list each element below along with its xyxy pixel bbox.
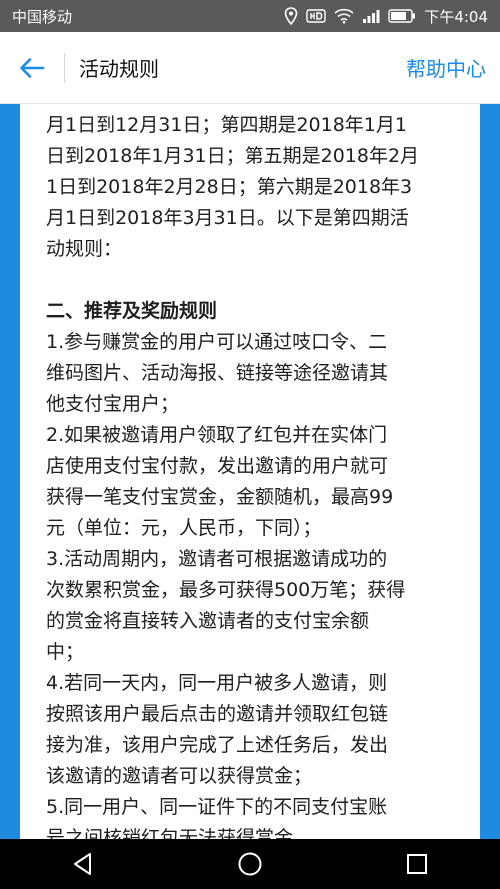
rules-card: 月1日到12月31日；第四期是2018年1月1 日到2018年1月31日；第五期… bbox=[20, 104, 480, 849]
carrier-label: 中国移动 bbox=[12, 7, 73, 26]
back-triangle-icon bbox=[72, 852, 94, 876]
page-title: 活动规则 bbox=[79, 57, 159, 81]
rule-line: 元（单位：元，人民币，下同）； bbox=[46, 517, 322, 539]
content-area[interactable]: 月1日到12月31日；第四期是2018年1月1 日到2018年1月31日；第五期… bbox=[0, 104, 500, 849]
back-arrow-icon bbox=[19, 57, 45, 79]
rule-line: 4.若同一天内，同一用户被多人邀请，则 bbox=[46, 672, 388, 694]
intro-line: 月1日到2018年3月31日。以下是第四期活 bbox=[46, 207, 409, 229]
rule-line: 该邀请的邀请者可以获得赏金； bbox=[46, 765, 313, 787]
location-icon bbox=[284, 7, 298, 25]
system-nav-bar bbox=[0, 839, 500, 889]
hd-icon bbox=[306, 8, 327, 24]
rule-line: 中； bbox=[46, 641, 85, 663]
status-bar: 中国移动 下午4:04 bbox=[0, 0, 500, 32]
rule-line: 维码图片、活动海报、链接等途径邀请其 bbox=[46, 362, 389, 384]
nav-home-button[interactable] bbox=[215, 839, 285, 889]
help-center-link[interactable]: 帮助中心 bbox=[406, 53, 486, 82]
status-time: 下午4:04 bbox=[424, 7, 488, 26]
battery-icon bbox=[388, 9, 416, 23]
app-bar-divider bbox=[64, 52, 65, 83]
rule-line: 5.同一用户、同一证件下的不同支付宝账 bbox=[46, 796, 388, 818]
section-title: 二、推荐及奖励规则 bbox=[46, 300, 218, 322]
home-circle-icon bbox=[237, 851, 263, 877]
rule-line: 按照该用户最后点击的邀请并领取红包链 bbox=[46, 703, 389, 725]
rule-line: 获得一笔支付宝赏金，金额随机，最高99 bbox=[46, 486, 394, 508]
rule-line: 他支付宝用户； bbox=[46, 393, 180, 415]
rule-line: 2.如果被邀请用户领取了红包并在实体门 bbox=[46, 424, 388, 446]
intro-line: 月1日到12月31日；第四期是2018年1月1 bbox=[46, 114, 407, 136]
signal-icon bbox=[362, 8, 380, 24]
intro-line: 1日到2018年2月28日；第六期是2018年3 bbox=[46, 176, 413, 198]
rule-line: 的赏金将直接转入邀请者的支付宝余额 bbox=[46, 610, 370, 632]
rule-line: 店使用支付宝付款，发出邀请的用户就可 bbox=[46, 455, 389, 477]
intro-line: 日到2018年1月31日；第五期是2018年2月 bbox=[46, 145, 420, 167]
rule-line: 接为准，该用户完成了上述任务后，发出 bbox=[46, 734, 389, 756]
nav-recents-button[interactable] bbox=[382, 839, 452, 889]
nav-back-button[interactable] bbox=[48, 839, 118, 889]
app-bar: 活动规则 帮助中心 bbox=[0, 32, 500, 104]
wifi-icon bbox=[334, 8, 354, 24]
back-button[interactable] bbox=[0, 32, 64, 104]
recents-square-icon bbox=[406, 853, 428, 875]
rule-line: 1.参与赚赏金的用户可以通过吱口令、二 bbox=[46, 331, 388, 353]
status-icons: 下午4:04 bbox=[284, 6, 488, 27]
rule-line: 3.活动周期内，邀请者可根据邀请成功的 bbox=[46, 548, 388, 570]
rule-line: 次数累积赏金，最多可获得500万笔；获得 bbox=[46, 579, 406, 601]
intro-line: 动规则： bbox=[46, 238, 123, 260]
